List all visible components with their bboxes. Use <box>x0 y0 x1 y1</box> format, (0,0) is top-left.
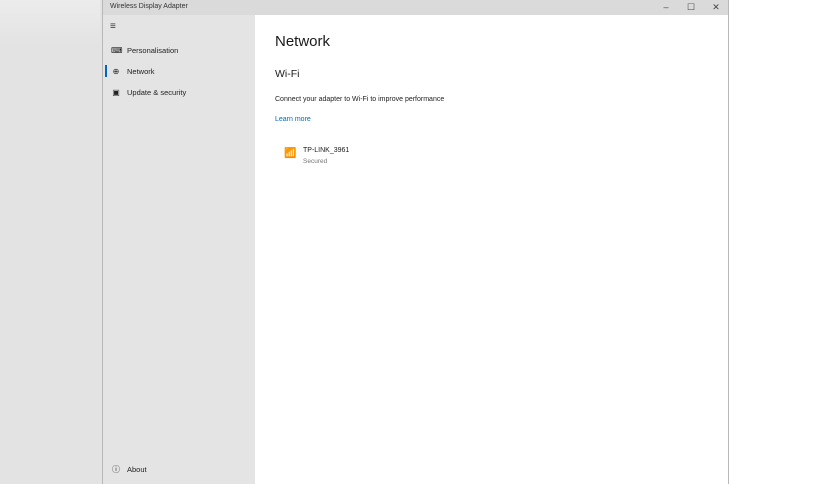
update-icon: ▣ <box>112 87 120 97</box>
sidebar: ≡ ⌨ Personalisation ⊕ Network ▣ Update & se… <box>103 15 255 484</box>
description: Connect your adapter to Wi-Fi to improve… <box>275 96 445 103</box>
page-title: Network <box>275 33 331 50</box>
globe-icon: ⊕ <box>112 66 120 76</box>
hamburger-menu-icon[interactable]: ≡ <box>110 21 116 32</box>
maximize-button[interactable]: ☐ <box>680 1 702 14</box>
sidebar-item-label: Personalisation <box>127 45 179 55</box>
title-bar: Wireless Display Adapter – ☐ ✕ <box>103 0 728 15</box>
sidebar-item-update-security[interactable]: ▣ Update & security <box>103 83 255 101</box>
sidebar-item-label: Network <box>127 66 155 76</box>
learn-more-link[interactable]: Learn more <box>275 116 311 123</box>
section-title: Wi-Fi <box>275 68 300 80</box>
network-name: TP-LINK_3961 <box>303 147 350 154</box>
close-button[interactable]: ✕ <box>705 1 727 14</box>
sidebar-item-network[interactable]: ⊕ Network <box>103 62 255 80</box>
blurred-region <box>0 0 100 45</box>
sidebar-item-about[interactable]: ⓘ About <box>103 460 255 478</box>
sidebar-item-label: Update & security <box>127 87 187 97</box>
desktop-background <box>0 0 102 484</box>
content-pane: Network Wi-Fi Connect your adapter to Wi… <box>256 15 728 484</box>
info-icon: ⓘ <box>112 464 120 474</box>
wifi-icon: 📶 <box>284 148 297 159</box>
app-window: Wireless Display Adapter – ☐ ✕ ≡ ⌨ Person… <box>102 0 729 484</box>
minimize-button[interactable]: – <box>655 1 677 14</box>
network-list-item[interactable]: 📶 TP-LINK_3961 Secured <box>284 145 484 169</box>
window-title: Wireless Display Adapter <box>110 3 188 10</box>
sidebar-item-label: About <box>127 464 147 474</box>
personalisation-icon: ⌨ <box>111 45 123 55</box>
network-status: Secured <box>303 158 328 165</box>
sidebar-item-personalisation[interactable]: ⌨ Personalisation <box>103 41 255 59</box>
